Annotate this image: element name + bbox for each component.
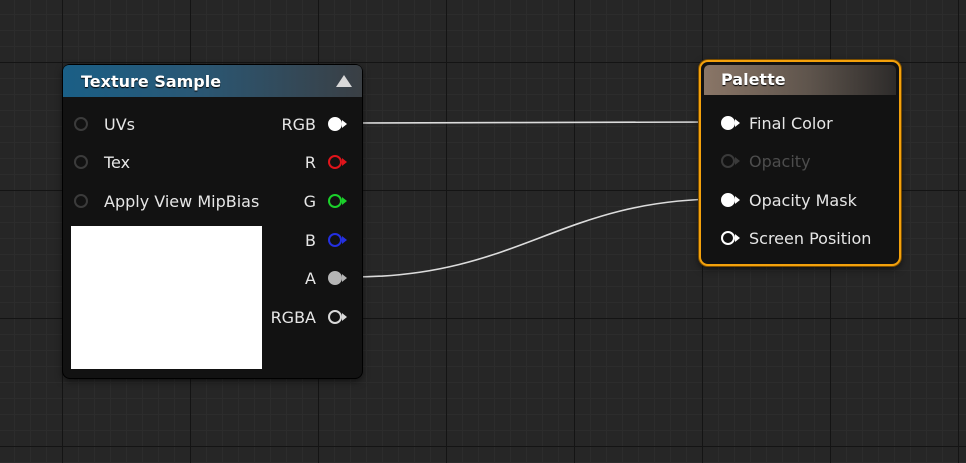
- input-pin-screen-position[interactable]: Screen Position: [720, 227, 895, 249]
- pin-label: RGBA: [270, 308, 316, 327]
- wire-a-to-opacity-mask[interactable]: [351, 198, 723, 278]
- pin-circle-icon: [721, 193, 735, 207]
- pin-circle-icon: [74, 194, 88, 208]
- node-title: Palette: [721, 70, 786, 89]
- pin-arrow-icon: [342, 274, 347, 282]
- output-pin-icon[interactable]: [327, 232, 347, 248]
- output-pin-icon[interactable]: [327, 193, 347, 209]
- input-pin-icon[interactable]: [73, 154, 89, 170]
- texture-preview-thumbnail: [71, 226, 262, 369]
- pin-arrow-icon: [342, 158, 347, 166]
- pin-label: UVs: [104, 115, 135, 134]
- output-pin-icon[interactable]: [327, 116, 347, 132]
- pin-circle-icon: [328, 117, 342, 131]
- pin-circle-icon: [74, 117, 88, 131]
- pin-label: Apply View MipBias: [104, 192, 260, 211]
- input-pin-opacity: Opacity: [720, 150, 895, 172]
- pin-circle-icon: [721, 231, 735, 245]
- input-pin-tex[interactable]: Tex: [73, 151, 273, 173]
- pin-label: Opacity: [749, 152, 811, 171]
- pin-circle-icon: [328, 155, 342, 169]
- output-pin-g[interactable]: G: [252, 190, 352, 212]
- pin-circle-icon: [74, 155, 88, 169]
- node-title: Texture Sample: [81, 72, 222, 91]
- pin-circle-icon: [721, 154, 735, 168]
- palette-node[interactable]: Palette Final Color Opacity Opacity Mask: [699, 60, 901, 266]
- input-pin-icon[interactable]: [720, 230, 740, 246]
- output-pin-icon[interactable]: [327, 309, 347, 325]
- input-pin-icon[interactable]: [720, 115, 740, 131]
- output-pin-b[interactable]: B: [252, 229, 352, 251]
- input-pin-icon: [720, 153, 740, 169]
- pin-label: Final Color: [749, 114, 833, 133]
- output-pin-icon[interactable]: [327, 270, 347, 286]
- pin-circle-icon: [721, 116, 735, 130]
- pin-circle-icon: [328, 233, 342, 247]
- input-pin-icon[interactable]: [73, 116, 89, 132]
- pin-label: Opacity Mask: [749, 191, 857, 210]
- collapse-arrow-icon[interactable]: [336, 75, 352, 87]
- output-pin-rgba[interactable]: RGBA: [252, 306, 352, 328]
- pin-arrow-icon: [735, 157, 740, 165]
- input-pin-final-color[interactable]: Final Color: [720, 112, 895, 134]
- pin-label: R: [304, 153, 316, 172]
- output-pin-rgb[interactable]: RGB: [252, 113, 352, 135]
- pin-label: Tex: [104, 153, 131, 172]
- pin-label: G: [303, 192, 316, 211]
- texture-sample-node[interactable]: Texture Sample UVs Tex Apply View MipBia…: [63, 65, 362, 378]
- pin-arrow-icon: [735, 196, 740, 204]
- pin-arrow-icon: [342, 313, 347, 321]
- input-pin-icon[interactable]: [73, 193, 89, 209]
- pin-arrow-icon: [342, 236, 347, 244]
- pin-circle-icon: [328, 271, 342, 285]
- pin-arrow-icon: [342, 120, 347, 128]
- pin-circle-icon: [328, 194, 342, 208]
- pin-arrow-icon: [735, 119, 740, 127]
- input-pin-uvs[interactable]: UVs: [73, 113, 273, 135]
- pin-label: Screen Position: [749, 229, 872, 248]
- pin-circle-icon: [328, 310, 342, 324]
- pin-label: B: [305, 231, 316, 250]
- output-pin-a[interactable]: A: [252, 267, 352, 289]
- pin-label: RGB: [281, 115, 317, 134]
- pin-arrow-icon: [735, 234, 740, 242]
- wire-rgb-to-final-color[interactable]: [351, 121, 723, 124]
- pin-label: A: [305, 269, 316, 288]
- material-graph-canvas[interactable]: Texture Sample UVs Tex Apply View MipBia…: [0, 0, 966, 463]
- input-pin-opacity-mask[interactable]: Opacity Mask: [720, 189, 895, 211]
- palette-header[interactable]: Palette: [704, 65, 896, 95]
- output-pin-r[interactable]: R: [252, 151, 352, 173]
- input-pin-icon[interactable]: [720, 192, 740, 208]
- output-pin-icon[interactable]: [327, 154, 347, 170]
- pin-arrow-icon: [342, 197, 347, 205]
- texture-sample-header[interactable]: Texture Sample: [63, 65, 362, 97]
- input-pin-apply-view-mipbias[interactable]: Apply View MipBias: [73, 190, 273, 212]
